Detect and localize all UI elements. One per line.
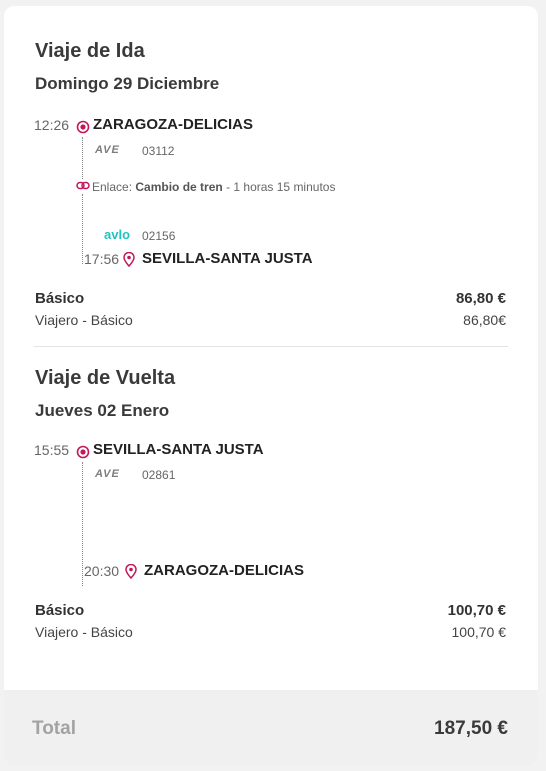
total-label: Total: [32, 718, 76, 739]
outbound-departure-time: 12:26: [34, 117, 70, 133]
ave-logo: AVE: [95, 468, 120, 480]
return-fare-name: Básico: [35, 602, 85, 619]
outbound-date: Domingo 29 Diciembre: [35, 74, 220, 93]
outbound-fare-name: Básico: [35, 290, 85, 307]
outbound-leg2-train-number: 02156: [142, 229, 176, 243]
return-date: Jueves 02 Enero: [35, 401, 170, 420]
total-footer: Total 187,50 €: [4, 690, 538, 766]
return-title: Viaje de Vuelta: [35, 367, 176, 389]
outbound-arrival-station: SEVILLA-SANTA JUSTA: [142, 250, 313, 267]
connection-info: Enlace: Cambio de tren - 1 horas 15 minu…: [92, 180, 335, 194]
outbound-title: Viaje de Ida: [35, 40, 145, 62]
outbound-arrival-time: 17:56: [84, 251, 120, 267]
route-line: [82, 137, 83, 179]
route-line: [82, 462, 83, 586]
origin-marker-icon: [76, 445, 90, 459]
total-value: 187,50 €: [434, 718, 508, 739]
origin-marker-icon: [76, 120, 90, 134]
destination-pin-icon: [123, 252, 135, 267]
link-icon: [76, 181, 90, 190]
section-divider: [34, 346, 508, 347]
ave-logo: AVE: [95, 144, 120, 156]
return-departure-station: SEVILLA-SANTA JUSTA: [93, 441, 264, 458]
outbound-departure-station: ZARAGOZA-DELICIAS: [93, 116, 253, 133]
outbound-passenger-price: 86,80€: [463, 312, 506, 328]
connection-duration: - 1 horas 15 minutos: [222, 180, 336, 194]
return-departure-time: 15:55: [34, 442, 70, 458]
return-fare-price: 100,70 €: [447, 602, 506, 619]
connection-type: Cambio de tren: [135, 180, 223, 194]
trip-summary-card: Viaje de Ida Domingo 29 Diciembre 12:26 …: [4, 6, 538, 766]
return-arrival-station: ZARAGOZA-DELICIAS: [144, 562, 304, 579]
outbound-passenger-fare: Viajero - Básico: [35, 312, 133, 328]
return-passenger-price: 100,70 €: [451, 624, 507, 640]
connection-prefix: Enlace:: [92, 180, 133, 194]
return-arrival-time: 20:30: [84, 563, 120, 579]
avlo-logo: avlo: [104, 227, 131, 242]
destination-pin-icon: [125, 564, 137, 579]
return-leg1-train-number: 02861: [142, 468, 176, 482]
outbound-fare-price: 86,80 €: [455, 290, 506, 307]
route-line: [82, 194, 83, 264]
return-passenger-fare: Viajero - Básico: [35, 624, 133, 640]
outbound-leg1-train-number: 03112: [142, 144, 175, 158]
